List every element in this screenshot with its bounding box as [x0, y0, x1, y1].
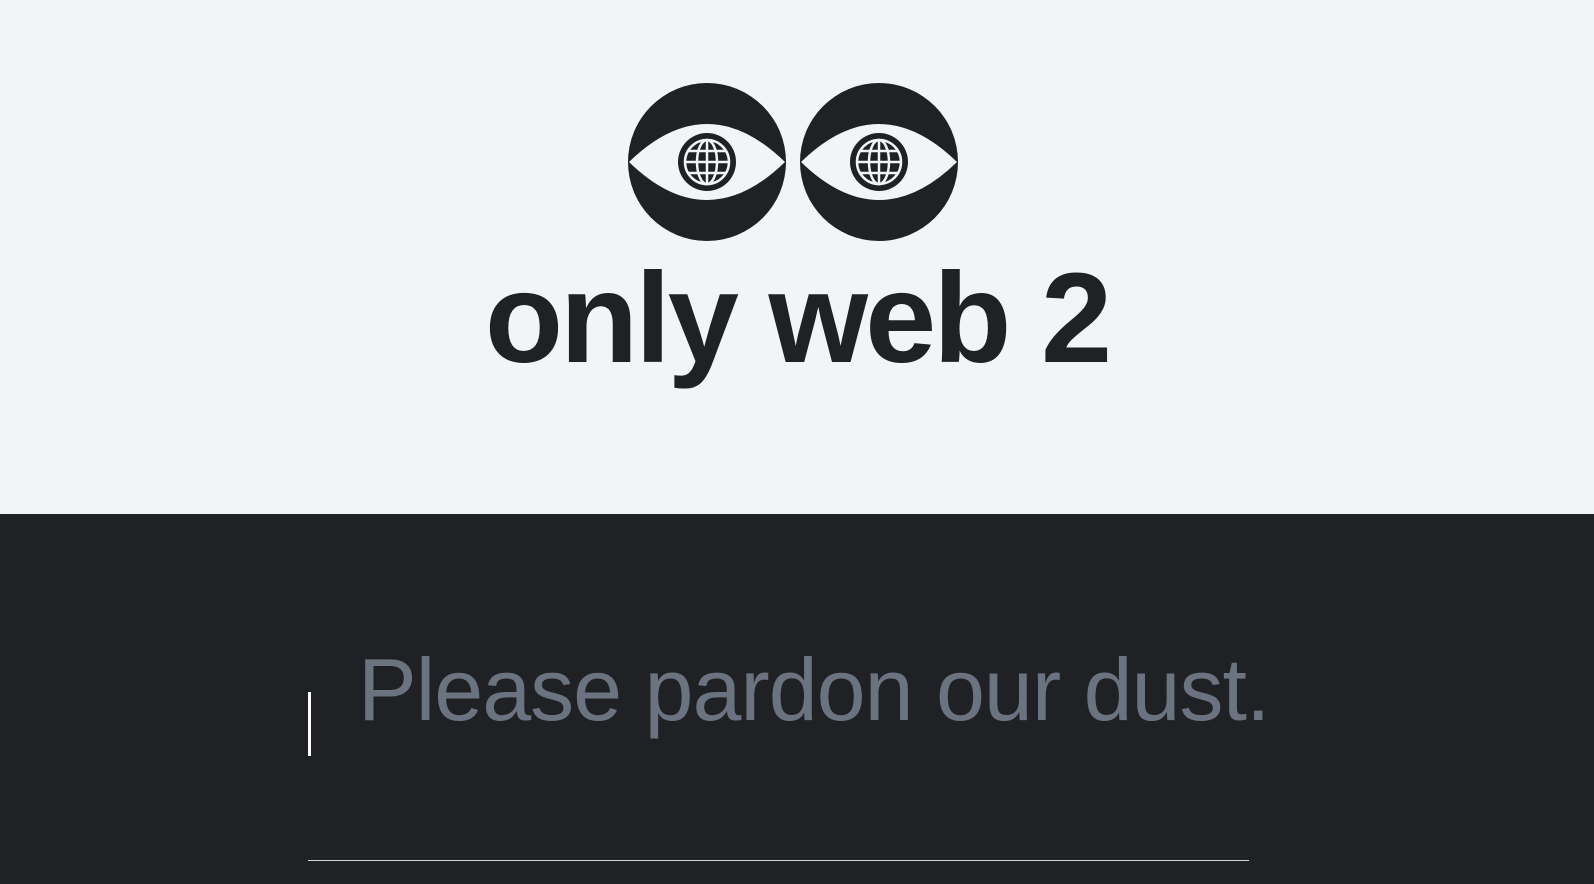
site-title: only web 2: [484, 247, 1112, 390]
hero-section: only web 2: [0, 0, 1594, 514]
twin-eye-globe-icon: [628, 83, 958, 241]
divider: [308, 860, 1249, 861]
page: only web 2 Please pardon our dust.: [0, 0, 1594, 884]
left-eye-icon: [628, 83, 786, 241]
maintenance-message: Please pardon our dust.: [358, 640, 1270, 739]
right-eye-icon: [800, 83, 958, 241]
text-cursor: [308, 692, 311, 756]
